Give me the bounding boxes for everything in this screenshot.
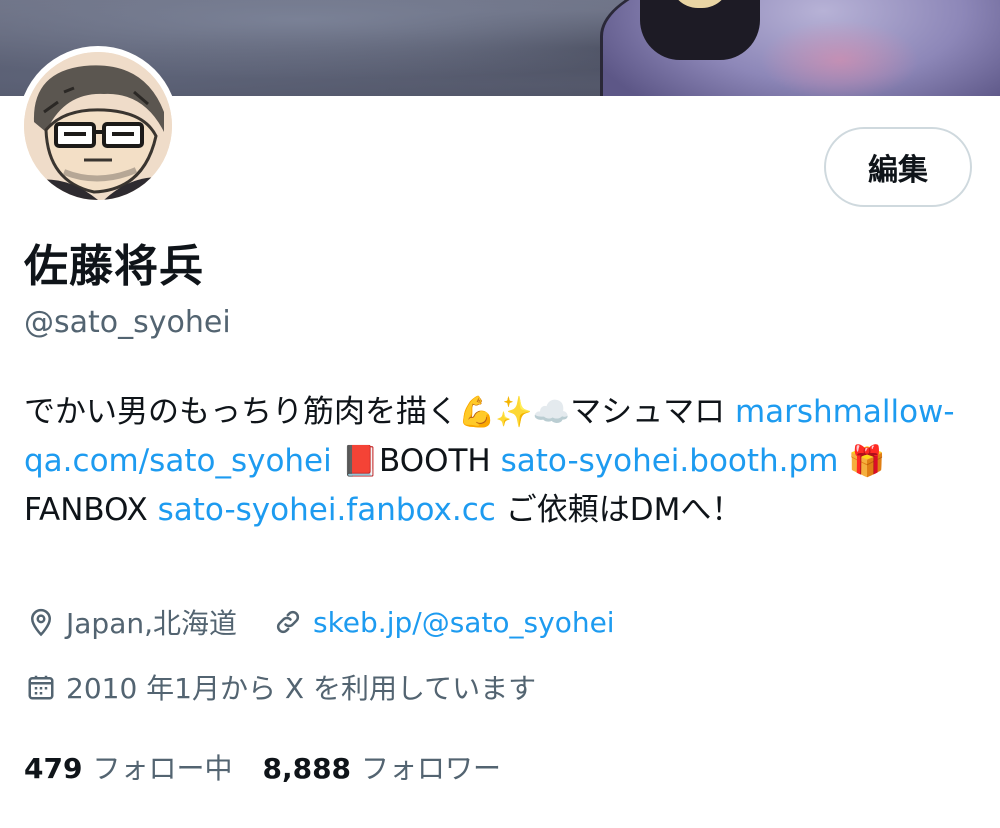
bio-text-4: FANBOX (24, 492, 158, 528)
following-link[interactable]: 479 フォロー中 (24, 747, 232, 787)
followers-label: フォロワー (361, 752, 502, 785)
followers-link[interactable]: 8,888 フォロワー (262, 747, 501, 787)
following-label: フォロー中 (92, 752, 233, 785)
link-icon (271, 605, 305, 639)
user-handle: @sato_syohei (24, 305, 231, 340)
edit-profile-button[interactable]: 編集 (824, 127, 972, 207)
location-pin-icon (24, 605, 58, 639)
link-booth[interactable]: sato-syohei.booth.pm (501, 443, 839, 479)
link-fanbox[interactable]: sato-syohei.fanbox.cc (158, 492, 496, 528)
location-text: Japan,北海道 (66, 607, 237, 640)
avatar[interactable] (24, 52, 172, 200)
book-emoji-icon: 📕 (341, 444, 379, 479)
bio-text-2: マシュマロ (570, 394, 735, 430)
followers-count: 8,888 (262, 752, 352, 785)
profile-meta-row: Japan,北海道 skeb.jp/@sato_syohei (24, 602, 615, 642)
following-count: 479 (24, 752, 83, 785)
sparkles-emoji-icon: ✨ (495, 395, 533, 430)
joined-text: 2010 年1月から X を利用しています (66, 672, 537, 705)
avatar-frame[interactable] (18, 46, 178, 206)
bio-text-3: BOOTH (378, 443, 501, 479)
follow-stats: 479 フォロー中 8,888 フォロワー (24, 745, 501, 789)
website-link[interactable]: skeb.jp/@sato_syohei (313, 606, 615, 639)
bio-text-1: でかい男のもっちり筋肉を描く (24, 394, 458, 430)
bio-text-5: ご依頼はDMへ！ (495, 492, 743, 528)
banner-mask (640, 0, 760, 60)
cloud-emoji-icon: ☁️ (532, 395, 571, 430)
gift-emoji-icon: 🎁 (848, 444, 886, 479)
profile-bio: でかい男のもっちり筋肉を描く💪✨☁️マシュマロ marshmallow-qa.c… (24, 388, 979, 534)
joined-row: 2010 年1月から X を利用しています (24, 667, 536, 707)
muscle-emoji-icon: 💪 (458, 395, 496, 430)
calendar-icon (24, 670, 58, 704)
display-name: 佐藤将兵 (24, 241, 204, 292)
banner-glow (760, 20, 920, 96)
